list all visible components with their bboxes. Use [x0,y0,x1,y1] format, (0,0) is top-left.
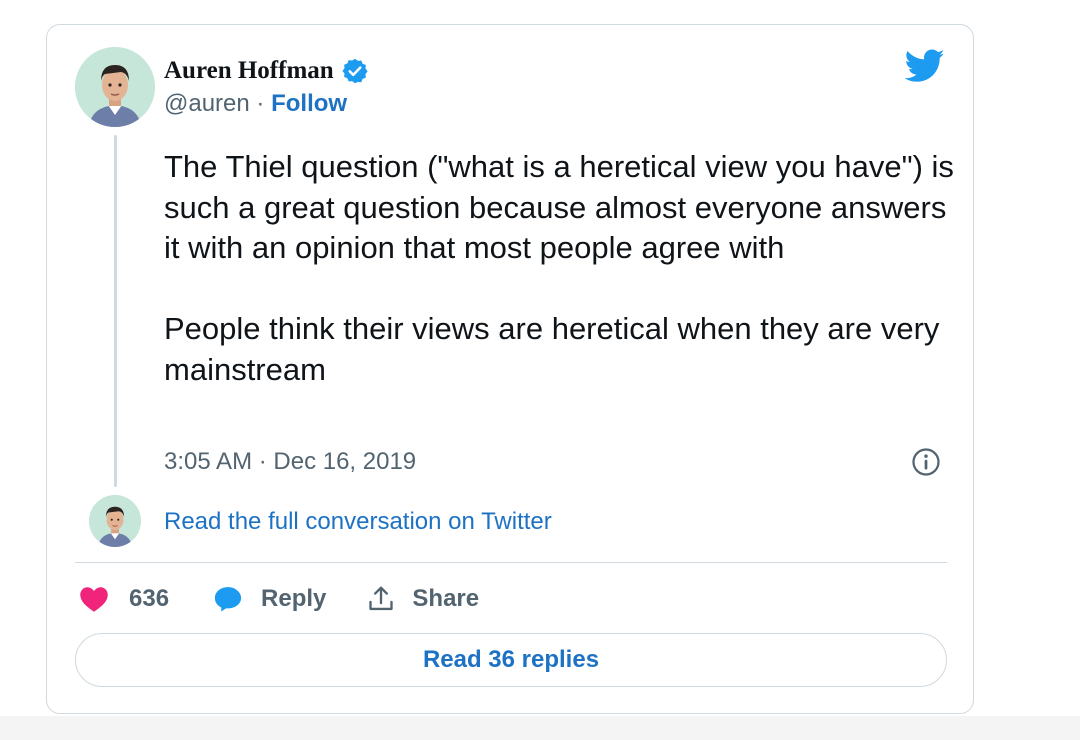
tweet-text: The Thiel question ("what is a heretical… [164,147,964,390]
author-name-row: Auren Hoffman [164,55,369,87]
info-icon[interactable] [911,447,941,477]
author-handle[interactable]: @auren [164,90,250,117]
share-button[interactable]: Share [366,585,479,613]
speech-bubble-icon [213,585,243,613]
author-handle-row: @auren · Follow [164,90,347,118]
tweet-paragraph: People think their views are heretical w… [164,311,940,387]
verified-badge-icon [341,57,369,85]
thread-line [114,135,117,487]
like-button[interactable]: 636 [79,585,169,613]
reply-button[interactable]: Reply [213,585,326,613]
author-name[interactable]: Auren Hoffman [164,57,334,85]
avatar-illustration [75,47,155,127]
reply-label: Reply [261,585,327,612]
tweet-actions: 636 Reply Share [79,581,479,617]
twitter-bird-icon[interactable] [905,49,945,83]
tweet-timestamp[interactable]: 3:05 AM · Dec 16, 2019 [164,448,416,476]
handle-separator: · [256,90,265,117]
share-upload-icon [366,585,396,613]
embedded-tweet-card: Auren Hoffman @auren · Follow The Thiel … [46,24,974,714]
divider [75,562,947,563]
author-avatar[interactable] [75,47,155,127]
like-count: 636 [129,585,170,612]
read-replies-button[interactable]: Read 36 replies [75,633,947,687]
tweet-paragraph: The Thiel question ("what is a heretical… [164,149,954,265]
heart-icon [79,585,109,613]
conversation-avatar[interactable] [89,495,141,547]
page-bottom-strip [0,716,1080,740]
avatar-illustration [89,495,141,547]
share-label: Share [412,585,480,612]
read-full-conversation-link[interactable]: Read the full conversation on Twitter [164,508,552,536]
follow-link[interactable]: Follow [271,90,347,117]
